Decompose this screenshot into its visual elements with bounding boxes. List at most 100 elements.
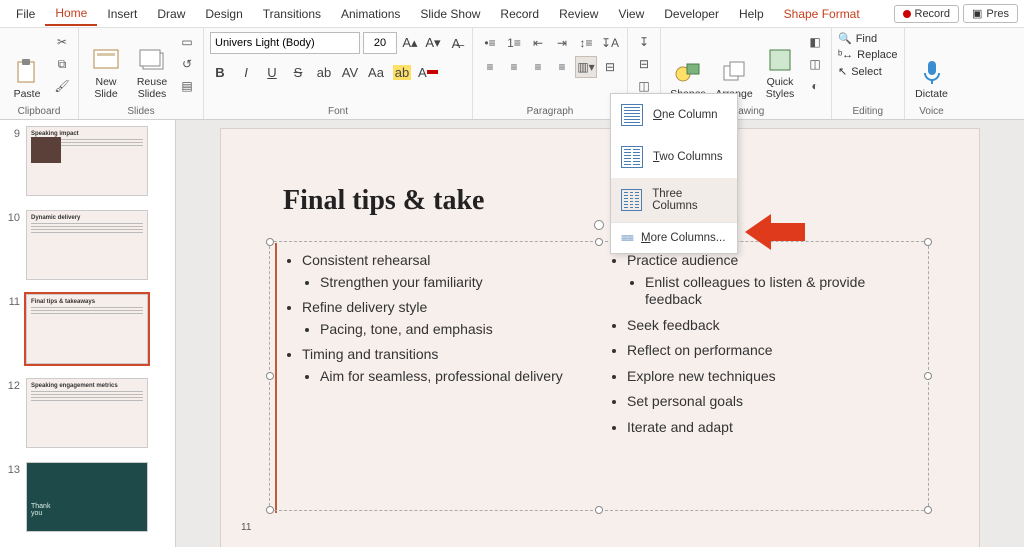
- shape-effects-button[interactable]: ◐: [805, 76, 825, 96]
- handle-tm[interactable]: [595, 238, 603, 246]
- replace-button[interactable]: ᵇ↔Replace: [838, 49, 898, 61]
- two-columns-icon: [621, 146, 643, 168]
- present-button[interactable]: ▣Pres: [963, 4, 1018, 23]
- section-button[interactable]: ▤: [177, 76, 197, 96]
- tab-shape-format[interactable]: Shape Format: [774, 3, 870, 25]
- slide[interactable]: Final tips & take Consistent rehearsalSt…: [220, 128, 980, 547]
- dictate-button[interactable]: Dictate: [911, 32, 953, 100]
- paste-button[interactable]: Paste: [6, 32, 48, 100]
- group-font-label: Font: [210, 104, 466, 117]
- handle-tl[interactable]: [266, 238, 274, 246]
- bullets-button[interactable]: •≡: [479, 32, 501, 54]
- align-vert-button[interactable]: ⊟: [634, 54, 654, 74]
- tab-design[interactable]: Design: [195, 3, 252, 25]
- shapes-button[interactable]: Shapes: [667, 32, 709, 100]
- handle-bl[interactable]: [266, 506, 274, 514]
- present-icon: ▣: [972, 7, 982, 20]
- tab-review[interactable]: Review: [549, 3, 608, 25]
- align-right-button[interactable]: ≡: [527, 56, 549, 78]
- handle-br[interactable]: [924, 506, 932, 514]
- indent-dec-button[interactable]: ⇤: [527, 32, 549, 54]
- thumb-13[interactable]: 13 Thankyou: [4, 462, 171, 532]
- more-columns-item[interactable]: ≡≡ More Columns...: [611, 222, 737, 253]
- handle-tr[interactable]: [924, 238, 932, 246]
- new-slide-button[interactable]: New Slide: [85, 32, 127, 100]
- thumb-11-preview[interactable]: Final tips & takeaways: [26, 294, 148, 364]
- thumb-11[interactable]: 11 Final tips & takeaways: [4, 294, 171, 364]
- shape-outline-button[interactable]: ◫: [805, 54, 825, 74]
- font-size-select[interactable]: [363, 32, 397, 54]
- shadow-button[interactable]: ab: [314, 62, 334, 82]
- cut-button[interactable]: ✂: [52, 32, 72, 52]
- shape-fill-button[interactable]: ◧: [805, 32, 825, 52]
- font-color-button[interactable]: A: [418, 62, 438, 82]
- tab-help[interactable]: Help: [729, 3, 774, 25]
- thumb-10[interactable]: 10 Dynamic delivery: [4, 210, 171, 280]
- quick-styles-button[interactable]: Quick Styles: [759, 32, 801, 100]
- align-text-button[interactable]: ⊟: [599, 56, 621, 78]
- reuse-slides-button[interactable]: Reuse Slides: [131, 32, 173, 100]
- slide-title[interactable]: Final tips & take: [283, 185, 484, 217]
- justify-button[interactable]: ≡: [551, 56, 573, 78]
- grow-font-button[interactable]: A▴: [400, 33, 420, 53]
- copy-button[interactable]: ⧉: [52, 54, 72, 74]
- slide-canvas[interactable]: Final tips & take Consistent rehearsalSt…: [176, 120, 1024, 547]
- record-button[interactable]: Record: [894, 5, 959, 23]
- align-center-button[interactable]: ≡: [503, 56, 525, 78]
- tab-record[interactable]: Record: [490, 3, 549, 25]
- layout-button[interactable]: ▭: [177, 32, 197, 52]
- tab-home[interactable]: Home: [45, 2, 97, 26]
- columns-button[interactable]: ▥▾: [575, 56, 597, 78]
- thumb-11-num: 11: [4, 294, 20, 308]
- thumb-9[interactable]: 9 Speaking impact: [4, 126, 171, 196]
- underline-button[interactable]: U: [262, 62, 282, 82]
- more-columns-icon: ≡≡: [621, 231, 633, 245]
- thumb-13-preview[interactable]: Thankyou: [26, 462, 148, 532]
- three-columns-item[interactable]: Three Columns: [611, 178, 737, 222]
- highlight-button[interactable]: ab: [392, 62, 412, 82]
- line-spacing-button[interactable]: ↕≡: [575, 32, 597, 54]
- change-case-button[interactable]: Aa: [366, 62, 386, 82]
- tab-draw[interactable]: Draw: [147, 3, 195, 25]
- clear-format-button[interactable]: A̶: [446, 33, 466, 53]
- handle-bm[interactable]: [595, 506, 603, 514]
- format-painter-button[interactable]: 🖌: [52, 76, 72, 96]
- rotate-handle[interactable]: [594, 220, 604, 230]
- strike-button[interactable]: S: [288, 62, 308, 82]
- thumb-9-preview[interactable]: Speaking impact: [26, 126, 148, 196]
- thumb-10-preview[interactable]: Dynamic delivery: [26, 210, 148, 280]
- one-column-item[interactable]: One Column: [611, 94, 737, 136]
- bold-button[interactable]: B: [210, 62, 230, 82]
- numbering-button[interactable]: 1≡: [503, 32, 525, 54]
- handle-ml[interactable]: [266, 372, 274, 380]
- text-direction-button[interactable]: ↧A: [599, 32, 621, 54]
- font-name-select[interactable]: [210, 32, 360, 54]
- two-columns-item[interactable]: Two Columns: [611, 136, 737, 178]
- reset-button[interactable]: ↺: [177, 54, 197, 74]
- char-spacing-button[interactable]: AV: [340, 62, 360, 82]
- handle-mr[interactable]: [924, 372, 932, 380]
- tab-slideshow[interactable]: Slide Show: [410, 3, 490, 25]
- tab-view[interactable]: View: [608, 3, 654, 25]
- arrange-button[interactable]: Arrange: [713, 32, 755, 100]
- thumb-12[interactable]: 12 Speaking engagement metrics: [4, 378, 171, 448]
- tab-transitions[interactable]: Transitions: [253, 3, 331, 25]
- tab-developer[interactable]: Developer: [654, 3, 729, 25]
- tab-insert[interactable]: Insert: [97, 3, 147, 25]
- content-col-2: Practice audienceEnlist colleagues to li…: [609, 252, 914, 444]
- tab-animations[interactable]: Animations: [331, 3, 410, 25]
- content-textbox[interactable]: Consistent rehearsalStrengthen your fami…: [269, 241, 929, 511]
- thumbnail-pane[interactable]: 9 Speaking impact 10 Dynamic delivery 11…: [0, 120, 176, 547]
- text-dir-button[interactable]: ↧: [634, 32, 654, 52]
- tab-file[interactable]: File: [6, 3, 45, 25]
- dictate-label: Dictate: [915, 88, 948, 100]
- italic-button[interactable]: I: [236, 62, 256, 82]
- indent-inc-button[interactable]: ⇥: [551, 32, 573, 54]
- thumb-12-preview[interactable]: Speaking engagement metrics: [26, 378, 148, 448]
- align-left-button[interactable]: ≡: [479, 56, 501, 78]
- shrink-font-button[interactable]: A▾: [423, 33, 443, 53]
- select-button[interactable]: ↖Select: [838, 65, 898, 78]
- find-button[interactable]: 🔍Find: [838, 32, 898, 45]
- paste-icon: [13, 58, 41, 86]
- group-editing-label: Editing: [838, 104, 898, 117]
